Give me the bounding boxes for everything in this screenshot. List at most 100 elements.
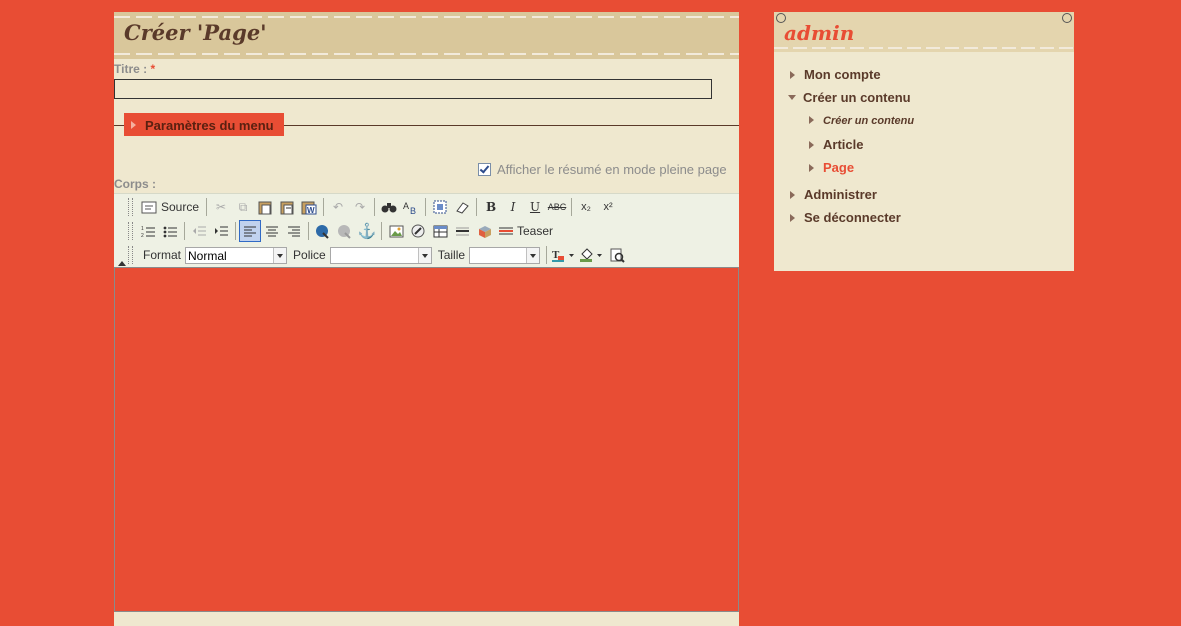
toolbar-separator [206, 198, 208, 216]
background-color-icon[interactable] [578, 244, 606, 266]
titre-input[interactable] [114, 79, 712, 99]
taille-label: Taille [437, 248, 466, 262]
format-value: Normal [188, 248, 227, 263]
table-icon[interactable] [429, 220, 451, 242]
sidebar-username: admin [784, 21, 855, 45]
page-title-bar: Créer 'Page' [114, 12, 739, 59]
nav-label: Article [823, 137, 864, 152]
format-select[interactable]: Normal [185, 246, 288, 264]
sidebar-header: admin [774, 12, 1074, 52]
indent-icon[interactable] [210, 220, 232, 242]
triangle-right-icon [790, 214, 795, 222]
summary-checkbox-label: Afficher le résumé en mode pleine page [497, 162, 727, 177]
nav-label: Se déconnecter [804, 210, 901, 225]
cut-icon[interactable]: ✂ [210, 196, 232, 218]
menu-settings-toggle[interactable]: Paramètres du menu [124, 113, 284, 136]
preview-icon[interactable] [606, 244, 628, 266]
toolbar-separator [476, 198, 478, 216]
italic-icon[interactable]: I [502, 196, 524, 218]
teaser-label: Teaser [517, 224, 554, 238]
toolbar-separator [308, 222, 309, 240]
unlink-icon[interactable] [334, 220, 356, 242]
nav-item-se-deconnecter[interactable]: Se déconnecter [790, 210, 901, 225]
editor-body[interactable] [114, 267, 739, 612]
subscript-icon[interactable]: x₂ [575, 196, 597, 218]
bold-icon[interactable]: B [480, 196, 502, 218]
toolbar-grip [128, 198, 133, 216]
toolbar-separator [374, 198, 376, 216]
teaser-break-icon [499, 227, 513, 235]
editor-toolbar: Source ✂ ⧉ W ↶ ↷ AB B I U ABC x₂ x² 1 2 … [114, 193, 739, 267]
remove-format-icon[interactable] [451, 196, 473, 218]
flash-icon[interactable] [407, 220, 429, 242]
redo-icon[interactable]: ↷ [349, 196, 371, 218]
toolbar-separator [425, 198, 427, 216]
triangle-right-icon [790, 71, 795, 79]
align-left-icon[interactable] [239, 220, 261, 242]
text-color-icon[interactable]: T [550, 244, 578, 266]
page-title: Créer 'Page' [124, 20, 267, 45]
toolbar-grip [128, 222, 133, 240]
paste-word-icon[interactable]: W [298, 196, 320, 218]
toolbar-row-1: Source ✂ ⧉ W ↶ ↷ AB B I U ABC x₂ x² [128, 196, 619, 218]
triangle-right-icon [809, 116, 814, 124]
select-all-icon[interactable] [429, 196, 451, 218]
titre-label: Titre : * [114, 62, 155, 76]
nav-item-creer-contenu[interactable]: Créer un contenu [788, 90, 911, 105]
anchor-icon[interactable]: ⚓ [356, 220, 378, 242]
toolbar-row-2: 12 ⚓ Teaser [128, 220, 557, 242]
police-label: Police [293, 248, 326, 262]
image-icon[interactable] [385, 220, 407, 242]
sidebar: admin Mon compte Créer un contenu Créer … [774, 12, 1074, 271]
horizontal-rule-icon[interactable] [451, 220, 473, 242]
required-mark: * [150, 62, 156, 76]
underline-icon[interactable]: U [524, 196, 546, 218]
nav-label: Créer un contenu [823, 115, 915, 127]
nav-item-page[interactable]: Page [809, 160, 854, 175]
superscript-icon[interactable]: x² [597, 196, 619, 218]
strikethrough-icon[interactable]: ABC [546, 196, 568, 218]
triangle-right-icon [790, 191, 795, 199]
chevron-down-icon [273, 247, 287, 263]
bullet-list-icon[interactable] [159, 220, 181, 242]
triangle-down-icon [788, 95, 796, 100]
nav-label: Page [823, 160, 855, 175]
replace-icon[interactable]: AB [400, 196, 422, 218]
link-icon[interactable] [312, 220, 334, 242]
paste-icon[interactable] [254, 196, 276, 218]
triangle-right-icon [809, 141, 814, 149]
format-label: Format [143, 248, 182, 262]
copy-icon[interactable]: ⧉ [232, 196, 254, 218]
toolbar-separator [323, 198, 325, 216]
menu-settings-label: Paramètres du menu [145, 118, 274, 133]
nav-item-mon-compte[interactable]: Mon compte [790, 67, 881, 82]
toolbar-separator [235, 222, 236, 240]
nav-item-article[interactable]: Article [809, 137, 863, 152]
align-center-icon[interactable] [261, 220, 283, 242]
summary-checkbox-row[interactable]: Afficher le résumé en mode pleine page [478, 162, 727, 177]
toolbar-separator [381, 222, 382, 240]
outdent-icon[interactable] [188, 220, 210, 242]
find-icon[interactable] [378, 196, 400, 218]
main-content: Créer 'Page' Titre : * Paramètres du men… [114, 12, 739, 626]
align-right-icon[interactable] [283, 220, 305, 242]
source-icon [141, 201, 157, 213]
toolbar-row-3: Format Normal Police Taille T [128, 244, 628, 266]
paste-text-icon[interactable] [276, 196, 298, 218]
collapse-toolbar-icon[interactable] [118, 261, 126, 266]
summary-checkbox[interactable] [478, 163, 491, 176]
numbered-list-icon[interactable]: 12 [137, 220, 159, 242]
nav-label: Administrer [804, 187, 877, 202]
undo-icon[interactable]: ↶ [327, 196, 349, 218]
police-select[interactable] [329, 246, 432, 264]
titre-label-text: Titre : [114, 62, 151, 76]
toolbar-separator [184, 222, 185, 240]
source-button[interactable]: Source [137, 196, 203, 218]
special-char-icon[interactable] [473, 220, 495, 242]
nav-item-administrer[interactable]: Administrer [790, 187, 877, 202]
nav-item-creer-contenu-sub[interactable]: Créer un contenu [809, 115, 914, 127]
teaser-button[interactable]: Teaser [495, 220, 557, 242]
svg-text:B: B [410, 206, 416, 215]
svg-text:W: W [307, 206, 315, 215]
taille-select[interactable] [469, 246, 541, 264]
